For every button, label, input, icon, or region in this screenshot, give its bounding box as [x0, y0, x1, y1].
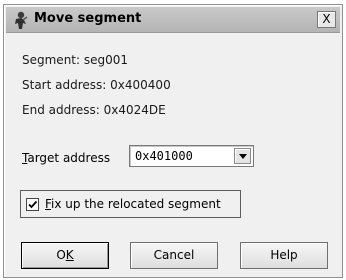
end-address-label: End address: [22, 103, 100, 117]
dialog-title: Move segment [34, 11, 142, 26]
title-bar[interactable]: Move segment X [6, 7, 340, 33]
target-address-value[interactable]: 0x401000 [135, 149, 193, 163]
target-address-label: Target address [22, 151, 110, 165]
end-address-value: 0x4024DE [103, 103, 166, 117]
segment-label: Segment: [22, 53, 81, 67]
help-button[interactable]: Help [240, 242, 328, 269]
dropdown-arrow-button[interactable] [234, 148, 251, 164]
fixup-checkbox[interactable] [26, 198, 39, 211]
start-address-row: Start address: 0x400400 [22, 78, 171, 92]
start-address-value: 0x400400 [110, 78, 171, 92]
target-address-label-text: arget address [27, 151, 111, 165]
checkmark-icon [28, 200, 38, 209]
fixup-group: Fix up the relocated segment [20, 190, 241, 218]
move-segment-dialog: Move segment X Segment: seg001 Start add… [3, 4, 343, 278]
app-person-icon [12, 10, 30, 30]
segment-value: seg001 [83, 53, 129, 67]
target-address-combobox[interactable]: 0x401000 [129, 145, 254, 167]
segment-row: Segment: seg001 [22, 53, 128, 67]
fixup-label[interactable]: Fix up the relocated segment [45, 197, 221, 211]
ok-button[interactable]: OK [21, 242, 109, 269]
end-address-row: End address: 0x4024DE [22, 103, 166, 117]
cancel-button[interactable]: Cancel [130, 242, 218, 269]
close-button[interactable]: X [317, 11, 336, 28]
fixup-label-text: ix up the relocated segment [51, 197, 221, 211]
ok-accel: K [65, 248, 74, 262]
start-address-label: Start address: [22, 78, 107, 92]
ok-label: O [56, 248, 66, 262]
chevron-down-icon [239, 154, 247, 159]
